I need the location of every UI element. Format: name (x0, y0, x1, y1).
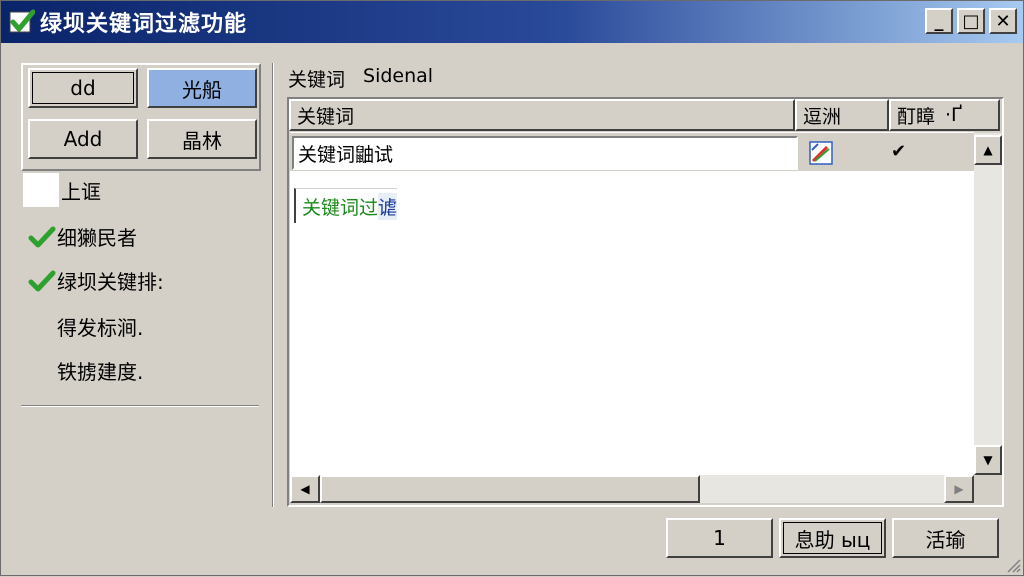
list-body (290, 132, 974, 475)
add-button[interactable]: Add (28, 119, 138, 159)
scroll-up-arrow-icon[interactable]: ▲ (974, 135, 1002, 165)
left-button-2[interactable]: 光船 (147, 68, 257, 108)
column-header-3[interactable]: 酊瞕 ·Ґ (889, 99, 1000, 131)
filter-label: 关键词 (288, 69, 346, 91)
panel-splitter[interactable] (272, 63, 274, 507)
list-item-5[interactable]: 铁掳建度. (57, 356, 143, 385)
close-button[interactable]: ✕ (989, 8, 1017, 34)
footer-button-1[interactable]: 1 (666, 518, 773, 558)
green-check-icon (27, 268, 57, 294)
footer-button-2[interactable]: 息助 ыц (779, 518, 886, 558)
scroll-down-arrow-icon[interactable]: ▼ (974, 445, 1002, 475)
filter-row: 关键词 Sidenal (288, 65, 433, 92)
empty-checkbox-icon (23, 173, 59, 207)
minimize-button[interactable]: _ (925, 8, 953, 34)
left-divider (21, 405, 259, 407)
horizontal-scroll-thumb[interactable] (320, 475, 700, 503)
list-item-2[interactable]: 细獭民者 (27, 222, 137, 251)
title-bar[interactable]: 绿坝关键词过滤功能 _ □ ✕ (1, 1, 1023, 43)
green-check-icon (27, 224, 57, 250)
footer-button-3[interactable]: 活瑜 (892, 518, 999, 558)
vertical-scrollbar[interactable] (974, 133, 1002, 475)
resize-grip-icon[interactable] (1003, 555, 1021, 573)
list-item-1[interactable]: 上诓 (23, 173, 101, 207)
green-check-app-icon (8, 8, 36, 36)
maximize-button[interactable]: □ (957, 8, 985, 34)
inline-edit-field[interactable]: 关键词过 谑 (294, 188, 398, 223)
keyword-cell-input[interactable]: 关键词鼬试 (292, 136, 798, 170)
row-check-mark: ✔ (891, 141, 907, 162)
left-button-1[interactable]: dd (28, 68, 138, 108)
column-header-keyword[interactable]: 关键词 (289, 99, 795, 131)
scroll-left-arrow-icon[interactable]: ◀ (290, 475, 320, 503)
list-item-4[interactable]: 得发标涧. (57, 312, 143, 341)
filter-value: Sidenal (363, 65, 434, 87)
left-button-4[interactable]: 晶林 (147, 119, 257, 159)
edit-pencil-icon[interactable] (809, 141, 833, 165)
window-title: 绿坝关键词过滤功能 (40, 12, 248, 37)
column-header-2[interactable]: 逗洲 (795, 99, 889, 131)
list-item-3[interactable]: 绿坝关键排: (27, 266, 164, 295)
app-window: 绿坝关键词过滤功能 _ □ ✕ dd 光船 Add 晶林 上诓 细獭民者 绿坝关… (0, 0, 1024, 576)
scroll-right-arrow-icon[interactable]: ▶ (944, 475, 974, 503)
